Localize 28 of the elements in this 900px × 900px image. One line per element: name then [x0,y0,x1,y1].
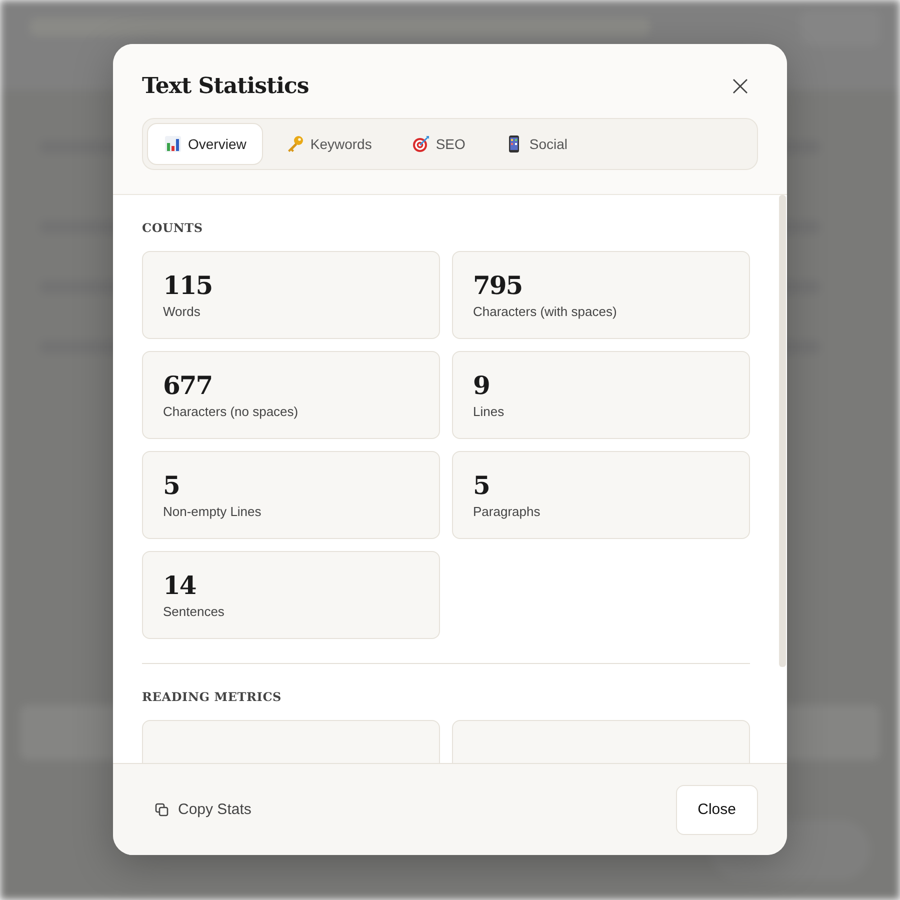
stat-value: 5 [163,472,180,500]
copy-stats-button[interactable]: Copy Stats [147,795,260,824]
section-heading: READING METRICS [142,690,283,704]
section-heading: COUNTS [142,221,204,235]
stat-value: 5 [473,472,490,500]
dialog-title: Text Statistics [142,73,309,99]
stat-label: Characters (with spaces) [473,304,617,318]
stat-label: Sentences [163,604,224,618]
scrollbar[interactable] [779,195,786,667]
stat-value: 677 [163,372,212,400]
stat-value: 14 [163,572,196,600]
tab[interactable]: Social [488,123,585,165]
stat-value: 115 [163,272,212,300]
target-icon [412,135,430,153]
stat-label: Lines [473,404,504,418]
close-button[interactable]: Close [676,784,758,834]
key-icon [286,135,304,153]
stat-value: 9 [473,372,490,400]
stat-label: Characters (no spaces) [163,404,298,418]
bar-chart-icon [164,135,182,153]
tab[interactable]: Overview [147,123,264,165]
stat-label: Paragraphs [473,504,540,518]
tab[interactable]: Keywords [269,123,389,165]
stat-label: Non-empty Lines [163,504,262,518]
stat-label: Words [163,304,200,318]
stat-value: 795 [473,272,522,300]
tab[interactable]: SEO [394,123,482,165]
copy-icon [155,802,169,816]
